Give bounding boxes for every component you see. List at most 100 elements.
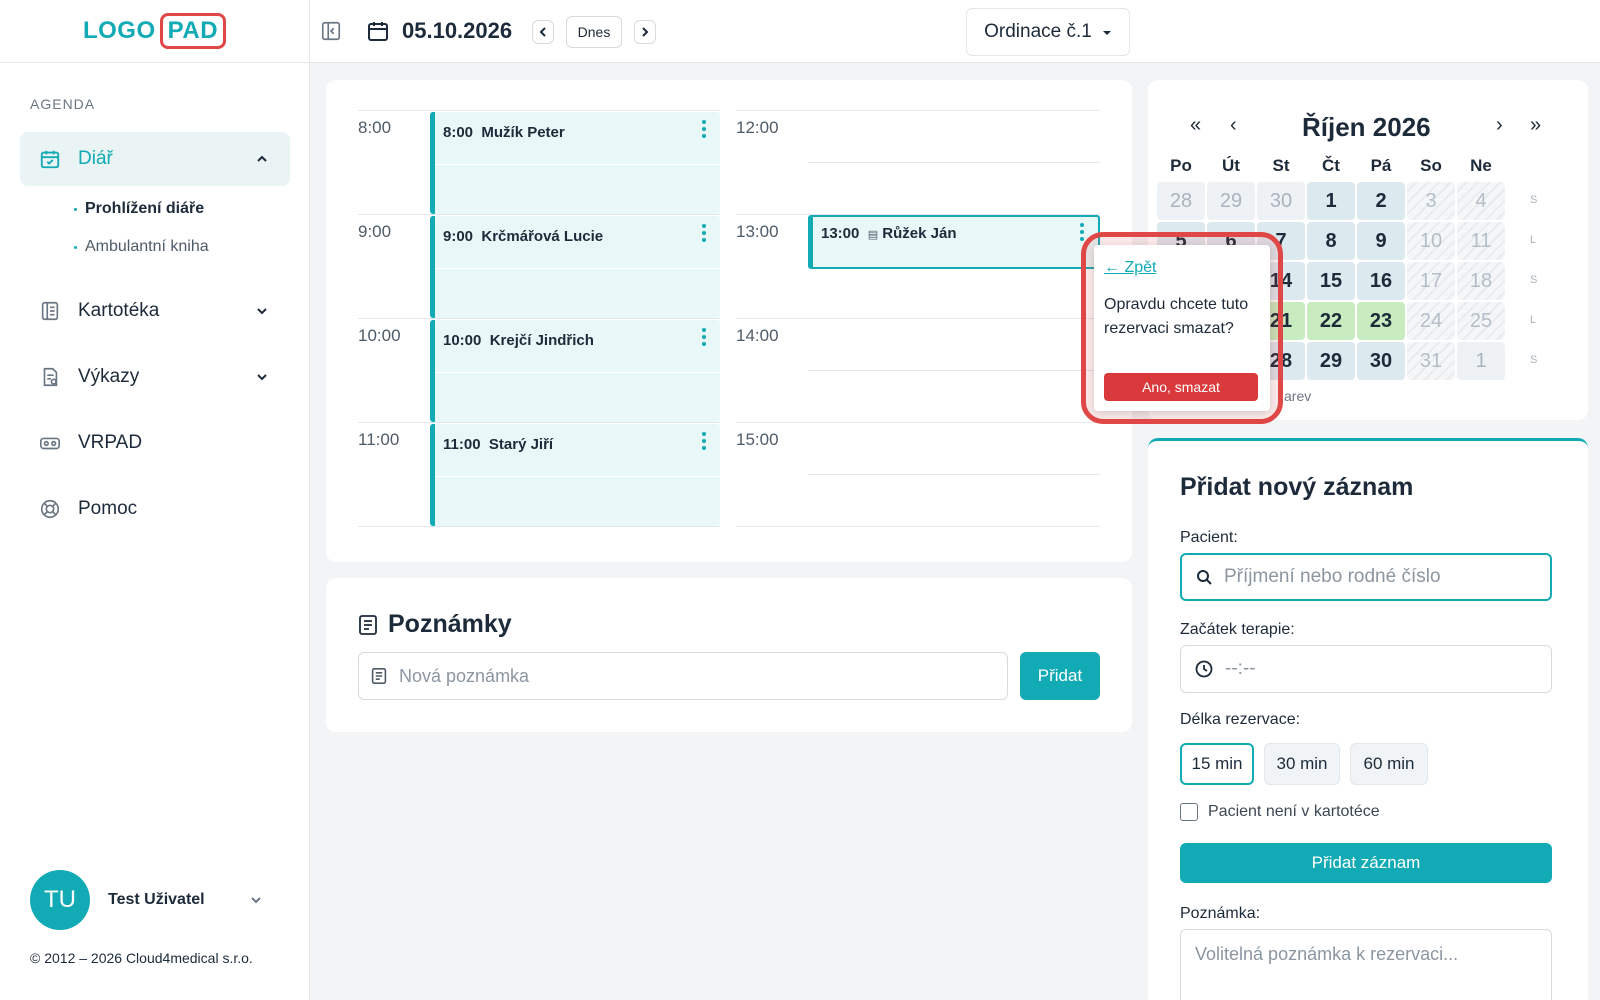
appointment-block[interactable]: 11:00 Starý Jiří (430, 424, 720, 526)
logo[interactable]: LOGO PAD (82, 13, 227, 49)
calendar-day[interactable]: 23 (1357, 302, 1405, 340)
weekday-label: So (1420, 156, 1442, 175)
week-parity-label: S (1530, 354, 1538, 366)
more-vertical-icon[interactable] (700, 224, 708, 242)
chevron-up-icon (254, 151, 270, 167)
calendar-day[interactable]: 16 (1357, 262, 1405, 300)
sidebar: LOGO PAD AGENDA Diář Prohlížení diáře Am… (0, 0, 310, 1000)
more-vertical-icon[interactable] (700, 120, 708, 138)
calendar-day[interactable]: 1 (1307, 182, 1355, 220)
calendar-day[interactable]: 9 (1357, 222, 1405, 260)
more-vertical-icon[interactable] (700, 432, 708, 450)
topbar: 05.10.2026 Dnes Ordinace č.1 (310, 0, 1600, 63)
time-label: 13:00 (736, 222, 779, 241)
appointment-block[interactable]: 8:00 Mužík Peter (430, 112, 720, 214)
duration-15-button[interactable]: 15 min (1180, 743, 1254, 785)
patient-search-input[interactable]: Příjmení nebo rodné číslo (1180, 553, 1552, 601)
next-day-button[interactable] (634, 20, 656, 44)
calendar-day[interactable]: 31 (1407, 342, 1455, 380)
weekday-label: St (1272, 156, 1290, 175)
not-in-registry-checkbox[interactable]: Pacient není v kartotéce (1180, 803, 1380, 821)
add-record-button[interactable]: Přidat záznam (1180, 843, 1552, 883)
slot-divider (435, 372, 720, 373)
appointment-block-selected[interactable]: 13:00 ▤ Růžek Ján (808, 215, 1100, 269)
calendar-day[interactable]: 18 (1457, 262, 1505, 300)
calendar-day[interactable]: 24 (1407, 302, 1455, 340)
avatar: TU (30, 870, 90, 930)
time-label: 9:00 (358, 222, 392, 241)
add-note-button[interactable]: Přidat (1020, 652, 1100, 700)
appointment-block[interactable]: 9:00 Krčmářová Lucie (430, 216, 720, 318)
chevron-down-icon (254, 303, 270, 319)
slot-divider (435, 268, 720, 269)
sidebar-item-diar[interactable]: Diář (20, 132, 290, 186)
sidebar-toggle-icon[interactable] (320, 20, 342, 42)
calendar-day[interactable]: 30 (1357, 342, 1405, 380)
calendar-day[interactable]: 30 (1257, 182, 1305, 220)
calendar-day[interactable]: 25 (1457, 302, 1505, 340)
calendar-day[interactable]: 1 (1457, 342, 1505, 380)
appointment-label: 11:00 Starý Jiří (443, 436, 554, 453)
more-vertical-icon[interactable] (700, 328, 708, 346)
ordinace-value: Ordinace č.1 (984, 21, 1092, 42)
appointment-block[interactable]: 10:00 Krejčí Jindřich (430, 320, 720, 422)
reservation-note-textarea[interactable]: Volitelná poznámka k rezervaci... (1180, 929, 1552, 1000)
calendar-day[interactable]: 22 (1307, 302, 1355, 340)
notes-title-text: Poznámky (388, 610, 512, 638)
calendar-day[interactable]: 3 (1407, 182, 1455, 220)
calendar-icon[interactable] (366, 19, 390, 43)
user-menu[interactable]: TU Test Uživatel (30, 870, 261, 930)
prev-day-button[interactable] (532, 20, 554, 44)
new-note-input[interactable]: Nová poznámka (358, 652, 1008, 700)
sidebar-item-vrpad[interactable]: VRPAD (20, 416, 290, 470)
reservation-note-placeholder: Volitelná poznámka k rezervaci... (1195, 944, 1459, 964)
delete-confirm-popup: ← Zpět Opravdu chcete tuto rezervaci sma… (1094, 245, 1270, 411)
prev-year-button[interactable]: « (1190, 114, 1201, 137)
calendar-day[interactable]: 11 (1457, 222, 1505, 260)
time-label: 11:00 (358, 430, 400, 449)
sidebar-subitem-ambulantni-kniha[interactable]: Ambulantní kniha (74, 238, 209, 256)
next-year-button[interactable]: » (1530, 114, 1541, 137)
weekday-label: Čt (1322, 156, 1340, 175)
calendar-day[interactable]: 29 (1307, 342, 1355, 380)
duration-label: Délka rezervace: (1180, 711, 1301, 728)
sidebar-item-kartoteka[interactable]: Kartotéka (20, 284, 290, 338)
chevron-down-icon (248, 892, 264, 913)
start-time-input[interactable]: --:-- (1180, 645, 1552, 693)
duration-30-button[interactable]: 30 min (1264, 743, 1340, 785)
duration-60-button[interactable]: 60 min (1350, 743, 1428, 785)
calendar-day[interactable]: 15 (1307, 262, 1355, 300)
calendar-day[interactable]: 4 (1457, 182, 1505, 220)
calendar-day[interactable]: 29 (1207, 182, 1255, 220)
current-date[interactable]: 05.10.2026 (402, 16, 512, 46)
grid-line (808, 474, 1100, 475)
time-label: 8:00 (358, 118, 392, 137)
schedule-card: 8:00 9:00 10:00 11:00 12:00 13:00 14:00 … (326, 80, 1132, 562)
today-button[interactable]: Dnes (566, 16, 622, 48)
weekday-label: Ne (1470, 156, 1492, 175)
sidebar-item-vykazy[interactable]: Výkazy (20, 350, 290, 404)
report-icon (38, 365, 62, 389)
sidebar-subitem-prohlizeni[interactable]: Prohlížení diáře (74, 200, 204, 218)
calendar-day[interactable]: 8 (1307, 222, 1355, 260)
next-month-button[interactable]: › (1496, 114, 1503, 137)
logo-text-logo: LOGO (82, 17, 156, 44)
checkbox-box[interactable] (1180, 803, 1198, 821)
calendar-day[interactable]: 2 (1357, 182, 1405, 220)
back-link[interactable]: ← Zpět (1104, 259, 1156, 277)
calendar-day[interactable]: 28 (1157, 182, 1205, 220)
calendar-day[interactable]: 17 (1407, 262, 1455, 300)
sidebar-item-pomoc[interactable]: Pomoc (20, 482, 290, 536)
calendar-day[interactable]: 10 (1407, 222, 1455, 260)
confirm-delete-button[interactable]: Ano, smazat (1104, 373, 1258, 401)
weekday-label: Po (1170, 156, 1192, 175)
time-label: 10:00 (358, 326, 401, 345)
time-label: 15:00 (736, 430, 779, 449)
delete-confirm-highlight: ← Zpět Opravdu chcete tuto rezervaci sma… (1081, 232, 1283, 424)
chevron-down-icon (254, 369, 270, 385)
ordinace-select[interactable]: Ordinace č.1 (966, 8, 1130, 56)
caret-down-icon (1102, 21, 1112, 43)
prev-month-button[interactable]: ‹ (1230, 114, 1237, 137)
grid-line (358, 214, 720, 215)
more-vertical-icon[interactable] (1078, 223, 1086, 241)
